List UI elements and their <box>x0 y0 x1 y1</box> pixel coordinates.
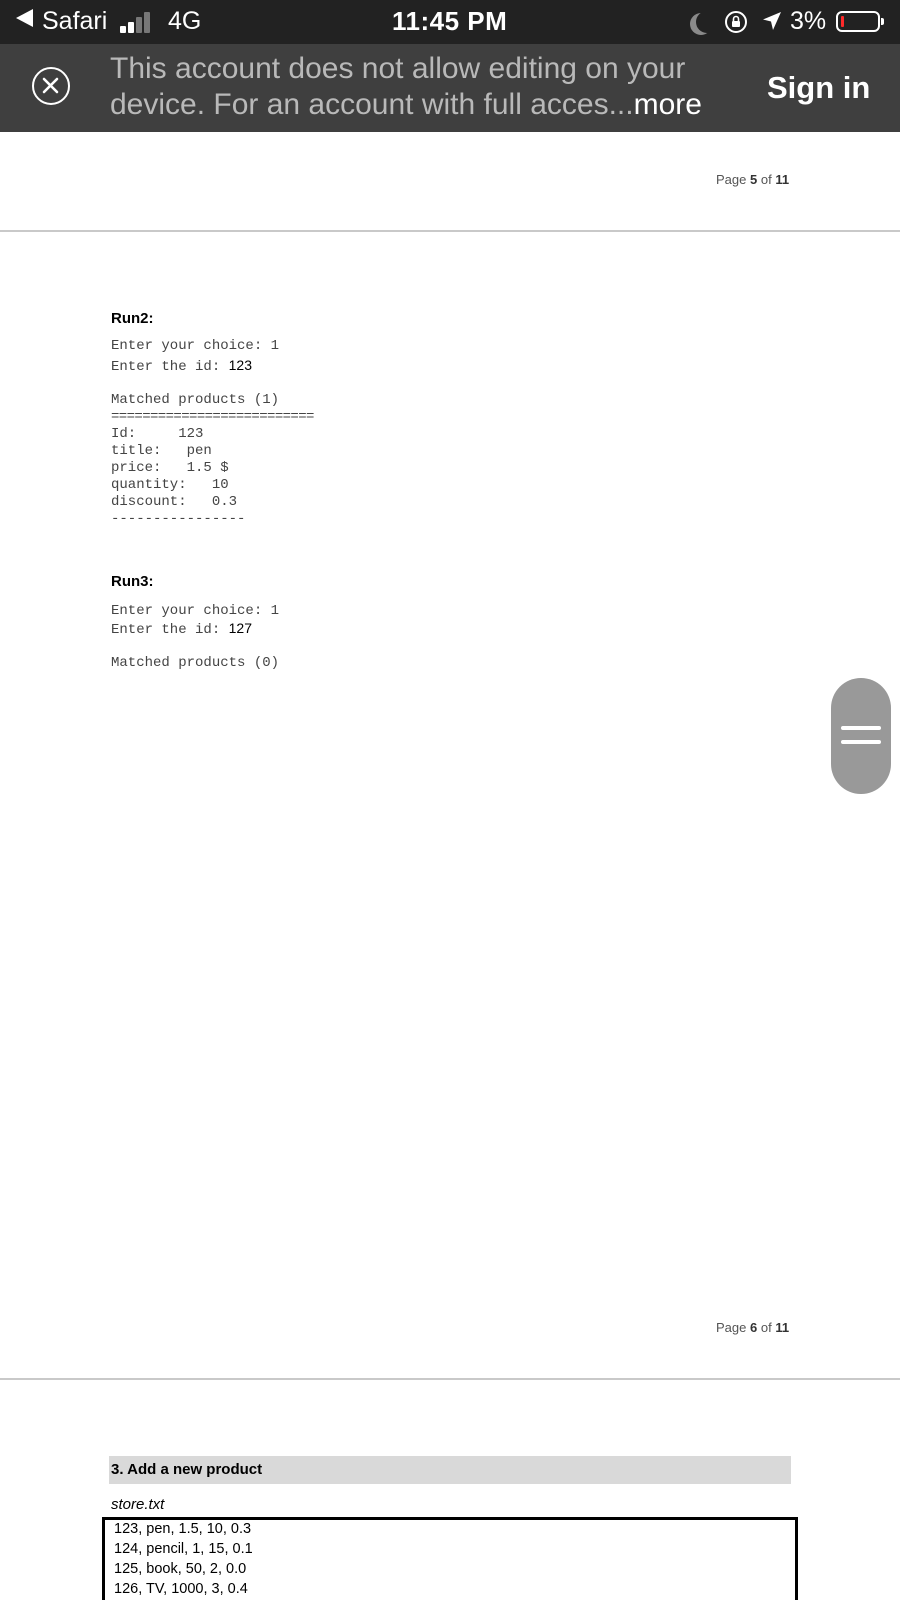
status-bar: Safari 4G 11:45 PM 3% <box>0 0 900 44</box>
page-prefix: Page <box>716 1320 747 1335</box>
file-line: 125, book, 50, 2, 0.0 <box>114 1561 247 1577</box>
page-of: of <box>760 172 772 187</box>
run3-choice-line: Enter your choice: 1 <box>111 603 280 619</box>
page-current: 6 <box>750 1320 758 1335</box>
scroll-handle[interactable] <box>831 678 891 794</box>
banner-message: This account does not allow editing on y… <box>110 51 740 123</box>
page-current: 5 <box>750 172 758 187</box>
section-heading-bar: 3. Add a new product <box>109 1456 791 1484</box>
page-total: 11 <box>775 1320 790 1335</box>
page-number: Page 6 of 11 <box>716 1320 789 1335</box>
run2-matched-line: Matched products (1) <box>111 392 280 408</box>
run2-field-quantity: quantity: 10 <box>111 477 229 493</box>
run2-field-title: title: pen <box>111 443 212 459</box>
page-divider <box>0 1378 900 1380</box>
banner-message-text: This account does not allow editing on y… <box>110 52 686 121</box>
file-line: 124, pencil, 1, 15, 0.1 <box>114 1541 253 1557</box>
run2-field-discount: discount: 0.3 <box>111 494 238 510</box>
file-label: store.txt <box>111 1496 165 1513</box>
page-prefix: Page <box>716 172 747 187</box>
run3-heading: Run3: <box>111 573 154 590</box>
edit-restriction-banner: This account does not allow editing on y… <box>0 44 900 132</box>
moon-icon <box>696 11 718 33</box>
network-type: 4G <box>168 7 202 35</box>
run2-heading: Run2: <box>111 310 154 327</box>
run2-id-line: Enter the id: 123 <box>111 357 252 377</box>
run3-matched-line: Matched products (0) <box>111 655 280 671</box>
battery-percent: 3% <box>790 7 827 35</box>
back-to-safari-link[interactable]: Safari <box>42 7 107 36</box>
run3-id-prompt: Enter the id: <box>111 622 229 638</box>
page-of: of <box>760 1320 772 1335</box>
back-arrow-icon[interactable] <box>16 9 33 27</box>
run2-field-id: Id: 123 <box>111 426 204 442</box>
location-arrow-icon <box>763 12 781 30</box>
clock: 11:45 PM <box>392 6 508 36</box>
run2-id-value: 123 <box>228 357 252 373</box>
page-number: Page 5 of 11 <box>716 172 789 187</box>
run2-field-price: price: 1.5 $ <box>111 460 229 476</box>
battery-icon <box>836 11 884 32</box>
file-line: 123, pen, 1.5, 10, 0.3 <box>114 1521 252 1537</box>
run2-separator-bottom: ---------------- <box>111 511 246 527</box>
signal-icon <box>120 11 160 33</box>
rotation-lock-icon <box>725 11 747 33</box>
section-title: 3. Add a new product <box>111 1461 263 1478</box>
page-divider <box>0 230 900 232</box>
file-line: 126, TV, 1000, 3, 0.4 <box>114 1581 248 1597</box>
more-link[interactable]: more <box>634 88 702 121</box>
file-contents-box: 123, pen, 1.5, 10, 0.3 124, pencil, 1, 1… <box>102 1517 798 1600</box>
run2-id-prompt: Enter the id: <box>111 359 229 375</box>
run2-choice-line: Enter your choice: 1 <box>111 338 280 354</box>
run3-id-value: 127 <box>228 620 252 636</box>
sign-in-button[interactable]: Sign in <box>767 70 870 106</box>
run2-separator-top: ========================== <box>111 409 314 425</box>
run3-id-line: Enter the id: 127 <box>111 620 252 640</box>
close-icon[interactable] <box>32 67 70 105</box>
page-total: 11 <box>775 172 790 187</box>
